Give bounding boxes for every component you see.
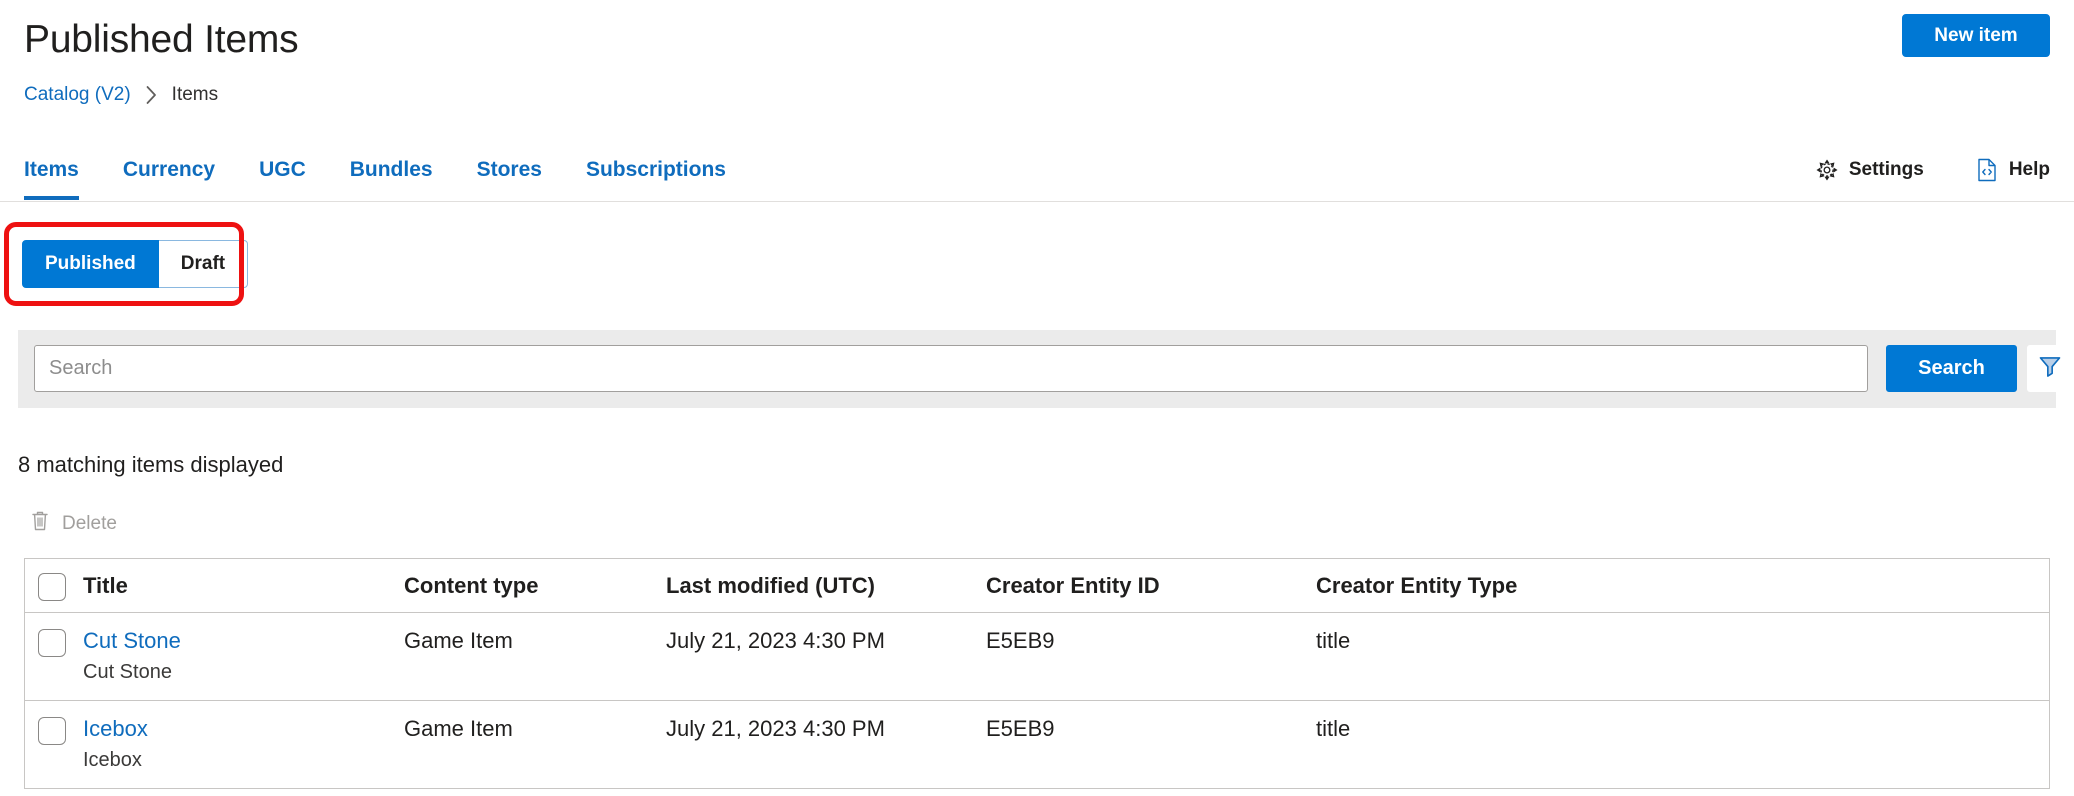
cell-creator-entity-id: E5EB9 — [986, 627, 1316, 655]
column-header-title[interactable]: Title — [79, 573, 404, 599]
column-header-content-type[interactable]: Content type — [404, 573, 666, 599]
help-document-icon — [1976, 158, 1998, 182]
delete-label: Delete — [62, 513, 117, 535]
help-label: Help — [2009, 159, 2050, 181]
tab-subscriptions[interactable]: Subscriptions — [564, 140, 748, 200]
table-row[interactable]: Cut Stone Cut Stone Game Item July 21, 2… — [25, 613, 2049, 701]
item-subtitle: Cut Stone — [83, 658, 404, 686]
tab-ugc-label: UGC — [259, 158, 306, 182]
table-row[interactable]: Icebox Icebox Game Item July 21, 2023 4:… — [25, 701, 2049, 789]
tab-items[interactable]: Items — [24, 140, 101, 200]
trash-icon — [30, 510, 50, 538]
table-header-row: Title Content type Last modified (UTC) C… — [25, 559, 2049, 613]
tab-stores[interactable]: Stores — [455, 140, 564, 200]
search-toolbar: Search — [18, 330, 2056, 408]
row-checkbox[interactable] — [38, 717, 66, 745]
select-all-checkbox[interactable] — [38, 573, 66, 601]
cell-title: Cut Stone Cut Stone — [79, 627, 404, 686]
cell-content-type: Game Item — [404, 627, 666, 655]
page-title: Published Items — [24, 16, 298, 64]
cell-creator-entity-type: title — [1316, 627, 2049, 655]
breadcrumb-current-items: Items — [172, 83, 218, 107]
breadcrumb: Catalog (V2) Items — [24, 83, 218, 107]
search-button[interactable]: Search — [1886, 345, 2017, 392]
tab-actions: Settings Help — [1816, 140, 2050, 200]
tab-currency[interactable]: Currency — [101, 140, 237, 200]
tab-currency-label: Currency — [123, 158, 215, 182]
select-all-cell — [25, 571, 79, 601]
tab-bundles-label: Bundles — [350, 158, 433, 182]
results-count: 8 matching items displayed — [18, 452, 283, 478]
help-button[interactable]: Help — [1976, 158, 2050, 182]
settings-button[interactable]: Settings — [1816, 159, 1924, 181]
cell-last-modified: July 21, 2023 4:30 PM — [666, 627, 986, 655]
row-select-cell — [25, 627, 79, 657]
tab-stores-label: Stores — [477, 158, 542, 182]
search-input[interactable] — [34, 345, 1868, 392]
row-checkbox[interactable] — [38, 629, 66, 657]
cell-content-type: Game Item — [404, 715, 666, 743]
tab-list: Items Currency UGC Bundles Stores Subscr… — [24, 140, 748, 200]
filter-button[interactable] — [2027, 345, 2072, 392]
cell-title: Icebox Icebox — [79, 715, 404, 774]
item-link[interactable]: Icebox — [83, 715, 404, 743]
toggle-draft[interactable]: Draft — [159, 240, 248, 288]
publish-state-toggle: Published Draft — [22, 240, 248, 288]
item-link[interactable]: Cut Stone — [83, 627, 404, 655]
delete-button[interactable]: Delete — [30, 510, 117, 538]
cell-creator-entity-id: E5EB9 — [986, 715, 1316, 743]
published-items-page: Published Items New item Catalog (V2) It… — [0, 0, 2074, 796]
settings-label: Settings — [1849, 159, 1924, 181]
breadcrumb-link-catalog[interactable]: Catalog (V2) — [24, 83, 131, 107]
toggle-published[interactable]: Published — [22, 240, 159, 288]
row-select-cell — [25, 715, 79, 745]
cell-creator-entity-type: title — [1316, 715, 2049, 743]
tab-bar: Items Currency UGC Bundles Stores Subscr… — [0, 140, 2074, 202]
tab-subscriptions-label: Subscriptions — [586, 158, 726, 182]
cell-last-modified: July 21, 2023 4:30 PM — [666, 715, 986, 743]
gear-icon — [1816, 159, 1838, 181]
tab-ugc[interactable]: UGC — [237, 140, 328, 200]
column-header-creator-entity-id[interactable]: Creator Entity ID — [986, 573, 1316, 599]
column-header-creator-entity-type[interactable]: Creator Entity Type — [1316, 573, 2049, 599]
chevron-right-icon — [145, 85, 158, 105]
item-subtitle: Icebox — [83, 746, 404, 774]
tab-items-label: Items — [24, 158, 79, 182]
funnel-filter-icon — [2037, 353, 2063, 384]
column-header-last-modified[interactable]: Last modified (UTC) — [666, 573, 986, 599]
tab-bundles[interactable]: Bundles — [328, 140, 455, 200]
items-table: Title Content type Last modified (UTC) C… — [24, 558, 2050, 789]
new-item-button[interactable]: New item — [1902, 14, 2050, 57]
